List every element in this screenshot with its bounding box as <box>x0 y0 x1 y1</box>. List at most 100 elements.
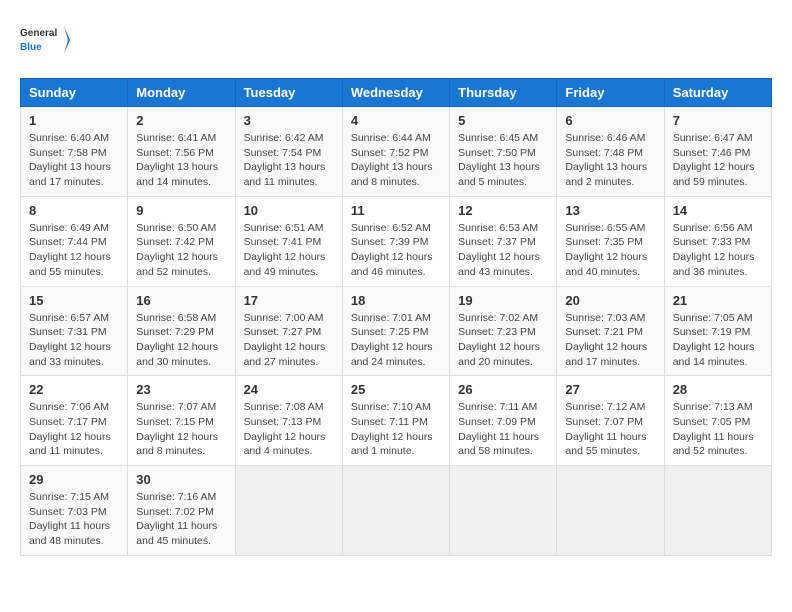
calendar-cell: 30 Sunrise: 7:16 AMSunset: 7:02 PMDayligh… <box>128 466 235 556</box>
day-info: Sunrise: 7:02 AMSunset: 7:23 PMDaylight … <box>458 311 548 370</box>
calendar-cell: 3 Sunrise: 6:42 AMSunset: 7:54 PMDaylight… <box>235 107 342 197</box>
calendar-cell: 21 Sunrise: 7:05 AMSunset: 7:19 PMDayligh… <box>664 286 771 376</box>
day-info: Sunrise: 7:10 AMSunset: 7:11 PMDaylight … <box>351 400 441 459</box>
calendar-cell: 11 Sunrise: 6:52 AMSunset: 7:39 PMDayligh… <box>342 196 449 286</box>
day-number: 12 <box>458 203 548 218</box>
calendar-cell: 14 Sunrise: 6:56 AMSunset: 7:33 PMDayligh… <box>664 196 771 286</box>
calendar-cell: 4 Sunrise: 6:44 AMSunset: 7:52 PMDaylight… <box>342 107 449 197</box>
weekday-header-tuesday: Tuesday <box>235 79 342 107</box>
day-number: 27 <box>565 382 655 397</box>
calendar-cell: 7 Sunrise: 6:47 AMSunset: 7:46 PMDaylight… <box>664 107 771 197</box>
calendar-cell: 28 Sunrise: 7:13 AMSunset: 7:05 PMDayligh… <box>664 376 771 466</box>
day-info: Sunrise: 7:01 AMSunset: 7:25 PMDaylight … <box>351 311 441 370</box>
day-number: 19 <box>458 293 548 308</box>
day-info: Sunrise: 7:11 AMSunset: 7:09 PMDaylight … <box>458 400 548 459</box>
weekday-header-sunday: Sunday <box>21 79 128 107</box>
calendar-cell: 20 Sunrise: 7:03 AMSunset: 7:21 PMDayligh… <box>557 286 664 376</box>
day-number: 7 <box>673 113 763 128</box>
calendar-cell: 13 Sunrise: 6:55 AMSunset: 7:35 PMDayligh… <box>557 196 664 286</box>
day-number: 11 <box>351 203 441 218</box>
day-info: Sunrise: 7:08 AMSunset: 7:13 PMDaylight … <box>244 400 334 459</box>
day-number: 4 <box>351 113 441 128</box>
day-info: Sunrise: 7:00 AMSunset: 7:27 PMDaylight … <box>244 311 334 370</box>
day-number: 14 <box>673 203 763 218</box>
day-number: 1 <box>29 113 119 128</box>
day-number: 24 <box>244 382 334 397</box>
calendar-cell: 12 Sunrise: 6:53 AMSunset: 7:37 PMDayligh… <box>450 196 557 286</box>
day-info: Sunrise: 7:07 AMSunset: 7:15 PMDaylight … <box>136 400 226 459</box>
day-number: 16 <box>136 293 226 308</box>
day-info: Sunrise: 7:12 AMSunset: 7:07 PMDaylight … <box>565 400 655 459</box>
day-info: Sunrise: 6:52 AMSunset: 7:39 PMDaylight … <box>351 221 441 280</box>
day-info: Sunrise: 7:13 AMSunset: 7:05 PMDaylight … <box>673 400 763 459</box>
day-number: 3 <box>244 113 334 128</box>
weekday-header-wednesday: Wednesday <box>342 79 449 107</box>
day-number: 17 <box>244 293 334 308</box>
day-number: 9 <box>136 203 226 218</box>
day-number: 6 <box>565 113 655 128</box>
svg-text:Blue: Blue <box>20 42 42 53</box>
calendar-cell: 5 Sunrise: 6:45 AMSunset: 7:50 PMDaylight… <box>450 107 557 197</box>
calendar-cell: 22 Sunrise: 7:06 AMSunset: 7:17 PMDayligh… <box>21 376 128 466</box>
logo: General Blue <box>20 20 70 62</box>
calendar-cell: 18 Sunrise: 7:01 AMSunset: 7:25 PMDayligh… <box>342 286 449 376</box>
day-info: Sunrise: 6:51 AMSunset: 7:41 PMDaylight … <box>244 221 334 280</box>
calendar-cell <box>557 466 664 556</box>
day-info: Sunrise: 7:15 AMSunset: 7:03 PMDaylight … <box>29 490 119 549</box>
day-info: Sunrise: 6:40 AMSunset: 7:58 PMDaylight … <box>29 131 119 190</box>
day-info: Sunrise: 6:47 AMSunset: 7:46 PMDaylight … <box>673 131 763 190</box>
calendar-cell: 26Sunrise: 7:11 AMSunset: 7:09 PMDayligh… <box>450 376 557 466</box>
day-info: Sunrise: 6:46 AMSunset: 7:48 PMDaylight … <box>565 131 655 190</box>
day-info: Sunrise: 7:16 AMSunset: 7:02 PMDaylight … <box>136 490 226 549</box>
day-info: Sunrise: 6:50 AMSunset: 7:42 PMDaylight … <box>136 221 226 280</box>
day-number: 28 <box>673 382 763 397</box>
calendar-cell: 15Sunrise: 6:57 AMSunset: 7:31 PMDayligh… <box>21 286 128 376</box>
weekday-header-thursday: Thursday <box>450 79 557 107</box>
day-info: Sunrise: 6:42 AMSunset: 7:54 PMDaylight … <box>244 131 334 190</box>
calendar-cell: 8Sunrise: 6:49 AMSunset: 7:44 PMDaylight… <box>21 196 128 286</box>
calendar-cell: 17 Sunrise: 7:00 AMSunset: 7:27 PMDayligh… <box>235 286 342 376</box>
calendar-cell: 10 Sunrise: 6:51 AMSunset: 7:41 PMDayligh… <box>235 196 342 286</box>
day-info: Sunrise: 6:57 AMSunset: 7:31 PMDaylight … <box>29 311 119 370</box>
calendar-cell: 2 Sunrise: 6:41 AMSunset: 7:56 PMDaylight… <box>128 107 235 197</box>
day-number: 25 <box>351 382 441 397</box>
calendar-cell: 1 Sunrise: 6:40 AMSunset: 7:58 PMDaylight… <box>21 107 128 197</box>
day-number: 5 <box>458 113 548 128</box>
day-info: Sunrise: 6:41 AMSunset: 7:56 PMDaylight … <box>136 131 226 190</box>
day-number: 13 <box>565 203 655 218</box>
day-info: Sunrise: 7:05 AMSunset: 7:19 PMDaylight … <box>673 311 763 370</box>
calendar-cell: 25 Sunrise: 7:10 AMSunset: 7:11 PMDayligh… <box>342 376 449 466</box>
day-info: Sunrise: 6:55 AMSunset: 7:35 PMDaylight … <box>565 221 655 280</box>
day-number: 22 <box>29 382 119 397</box>
calendar-cell <box>450 466 557 556</box>
day-info: Sunrise: 6:44 AMSunset: 7:52 PMDaylight … <box>351 131 441 190</box>
calendar-cell: 24 Sunrise: 7:08 AMSunset: 7:13 PMDayligh… <box>235 376 342 466</box>
calendar-cell <box>235 466 342 556</box>
calendar-cell: 9 Sunrise: 6:50 AMSunset: 7:42 PMDaylight… <box>128 196 235 286</box>
calendar-cell <box>664 466 771 556</box>
svg-text:General: General <box>20 28 57 39</box>
calendar-cell: 27 Sunrise: 7:12 AMSunset: 7:07 PMDayligh… <box>557 376 664 466</box>
weekday-header-saturday: Saturday <box>664 79 771 107</box>
calendar-cell: 23 Sunrise: 7:07 AMSunset: 7:15 PMDayligh… <box>128 376 235 466</box>
calendar-cell: 16Sunrise: 6:58 AMSunset: 7:29 PMDayligh… <box>128 286 235 376</box>
day-number: 21 <box>673 293 763 308</box>
calendar-table: SundayMondayTuesdayWednesdayThursdayFrid… <box>20 78 772 556</box>
day-number: 18 <box>351 293 441 308</box>
day-info: Sunrise: 6:53 AMSunset: 7:37 PMDaylight … <box>458 221 548 280</box>
day-info: Sunrise: 6:56 AMSunset: 7:33 PMDaylight … <box>673 221 763 280</box>
weekday-header-monday: Monday <box>128 79 235 107</box>
calendar-cell: 19 Sunrise: 7:02 AMSunset: 7:23 PMDayligh… <box>450 286 557 376</box>
day-number: 23 <box>136 382 226 397</box>
day-info: Sunrise: 6:45 AMSunset: 7:50 PMDaylight … <box>458 131 548 190</box>
day-number: 30 <box>136 472 226 487</box>
day-number: 29 <box>29 472 119 487</box>
day-info: Sunrise: 7:03 AMSunset: 7:21 PMDaylight … <box>565 311 655 370</box>
day-number: 20 <box>565 293 655 308</box>
calendar-cell: 6 Sunrise: 6:46 AMSunset: 7:48 PMDaylight… <box>557 107 664 197</box>
day-number: 10 <box>244 203 334 218</box>
day-number: 2 <box>136 113 226 128</box>
generalblue-icon: General Blue <box>20 20 70 62</box>
day-info: Sunrise: 6:49 AMSunset: 7:44 PMDaylight … <box>29 221 119 280</box>
day-info: Sunrise: 7:06 AMSunset: 7:17 PMDaylight … <box>29 400 119 459</box>
